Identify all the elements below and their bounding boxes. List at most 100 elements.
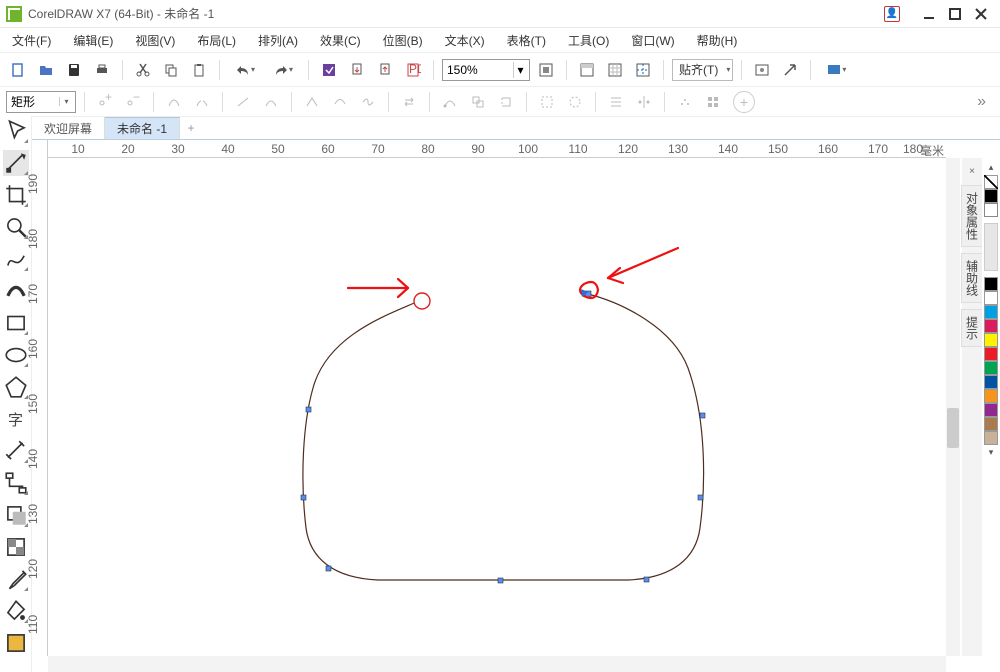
curve-node[interactable] bbox=[644, 577, 649, 582]
reduce-nodes-button[interactable]: + bbox=[733, 91, 755, 113]
curve-node[interactable] bbox=[326, 566, 331, 571]
add-tab-button[interactable]: + bbox=[180, 117, 202, 139]
menu-text[interactable]: 文本(X) bbox=[439, 30, 491, 51]
show-guidelines-button[interactable] bbox=[631, 58, 655, 82]
docker-object-properties[interactable]: 对象属性 bbox=[961, 185, 984, 247]
user-account-icon[interactable]: 👤 bbox=[884, 6, 900, 22]
crop-tool[interactable] bbox=[3, 182, 29, 208]
palette-scroll-up[interactable]: ▴ bbox=[989, 160, 994, 175]
text-tool[interactable]: 字 bbox=[3, 406, 29, 432]
print-button[interactable] bbox=[90, 58, 114, 82]
transparency-tool[interactable] bbox=[3, 534, 29, 560]
rectangle-tool[interactable] bbox=[3, 310, 29, 336]
artistic-media-tool[interactable] bbox=[3, 278, 29, 304]
palette-scroll-track[interactable] bbox=[984, 223, 998, 271]
horizontal-ruler[interactable]: 10 20 30 40 50 60 70 80 90 100 110 120 1… bbox=[48, 140, 946, 158]
swatch[interactable] bbox=[984, 305, 998, 319]
docker-guidelines[interactable]: 辅助线 bbox=[961, 253, 984, 303]
select-all-nodes-button[interactable] bbox=[701, 90, 725, 114]
vertical-scrollbar[interactable] bbox=[946, 158, 960, 656]
menu-bitmap[interactable]: 位图(B) bbox=[377, 30, 429, 51]
swatch-none[interactable] bbox=[984, 175, 998, 189]
curve-node[interactable] bbox=[498, 578, 503, 583]
menu-view[interactable]: 视图(V) bbox=[129, 30, 181, 51]
shape-preset-combo[interactable]: 矩形 ▾ bbox=[6, 91, 76, 113]
undo-button[interactable]: ▾ bbox=[228, 58, 262, 82]
open-button[interactable] bbox=[34, 58, 58, 82]
swatch[interactable] bbox=[984, 375, 998, 389]
menu-help[interactable]: 帮助(H) bbox=[691, 30, 744, 51]
add-node-button[interactable]: + bbox=[93, 90, 117, 114]
menu-arrange[interactable]: 排列(A) bbox=[252, 30, 304, 51]
swatch[interactable] bbox=[984, 389, 998, 403]
close-button[interactable] bbox=[968, 1, 994, 27]
paste-button[interactable] bbox=[187, 58, 211, 82]
shape-tool[interactable] bbox=[3, 150, 29, 176]
vertical-ruler[interactable]: 190 180 170 160 150 140 130 120 110 bbox=[32, 140, 48, 656]
zoom-tool[interactable] bbox=[3, 214, 29, 240]
menu-tools[interactable]: 工具(O) bbox=[562, 30, 615, 51]
swatch[interactable] bbox=[984, 431, 998, 445]
new-button[interactable] bbox=[6, 58, 30, 82]
break-node-button[interactable] bbox=[190, 90, 214, 114]
pick-tool[interactable] bbox=[3, 118, 29, 144]
copy-button[interactable] bbox=[159, 58, 183, 82]
export-button[interactable] bbox=[373, 58, 397, 82]
save-button[interactable] bbox=[62, 58, 86, 82]
ellipse-tool[interactable] bbox=[3, 342, 29, 368]
smart-fill-tool[interactable] bbox=[3, 630, 29, 656]
to-curve-button[interactable] bbox=[259, 90, 283, 114]
show-rulers-button[interactable] bbox=[575, 58, 599, 82]
eyedropper-tool[interactable] bbox=[3, 566, 29, 592]
curve-node[interactable] bbox=[306, 407, 311, 412]
cut-button[interactable] bbox=[131, 58, 155, 82]
freehand-tool[interactable] bbox=[3, 246, 29, 272]
delete-node-button[interactable]: − bbox=[121, 90, 145, 114]
swatch[interactable] bbox=[984, 203, 998, 217]
snap-to-dropdown[interactable]: 贴齐(T) ▾ bbox=[672, 59, 733, 81]
zoom-level-combo[interactable]: 150% ▾ bbox=[442, 59, 530, 81]
options-button[interactable] bbox=[750, 58, 774, 82]
stretch-nodes-button[interactable] bbox=[535, 90, 559, 114]
tab-welcome[interactable]: 欢迎屏幕 bbox=[32, 117, 105, 139]
smooth-node-button[interactable] bbox=[328, 90, 352, 114]
to-line-button[interactable] bbox=[231, 90, 255, 114]
import-button[interactable] bbox=[345, 58, 369, 82]
drop-shadow-tool[interactable] bbox=[3, 502, 29, 528]
interactive-fill-tool[interactable] bbox=[3, 598, 29, 624]
fullscreen-preview-button[interactable] bbox=[534, 58, 558, 82]
elastic-mode-button[interactable] bbox=[673, 90, 697, 114]
menu-table[interactable]: 表格(T) bbox=[501, 30, 552, 51]
rotate-nodes-button[interactable] bbox=[563, 90, 587, 114]
cusp-node-button[interactable] bbox=[300, 90, 324, 114]
tab-document[interactable]: 未命名 -1 bbox=[105, 117, 180, 139]
curve-node[interactable] bbox=[698, 495, 703, 500]
auto-close-button[interactable] bbox=[494, 90, 518, 114]
swatch[interactable] bbox=[984, 319, 998, 333]
swatch[interactable] bbox=[984, 347, 998, 361]
parallel-dim-tool[interactable] bbox=[3, 438, 29, 464]
polygon-tool[interactable] bbox=[3, 374, 29, 400]
show-grid-button[interactable] bbox=[603, 58, 627, 82]
palette-scroll-down[interactable]: ▾ bbox=[989, 445, 994, 460]
horizontal-scrollbar[interactable] bbox=[48, 656, 946, 672]
maximize-button[interactable] bbox=[942, 1, 968, 27]
swatch[interactable] bbox=[984, 403, 998, 417]
menu-edit[interactable]: 编辑(E) bbox=[67, 30, 119, 51]
menu-effects[interactable]: 效果(C) bbox=[314, 30, 367, 51]
curve-node[interactable] bbox=[700, 413, 705, 418]
drawing-canvas[interactable] bbox=[48, 158, 946, 656]
launch-button[interactable] bbox=[778, 58, 802, 82]
reflect-nodes-h-button[interactable] bbox=[632, 90, 656, 114]
align-nodes-button[interactable] bbox=[604, 90, 628, 114]
close-dockers-button[interactable]: × bbox=[967, 164, 977, 179]
swatch[interactable] bbox=[984, 291, 998, 305]
swatch[interactable] bbox=[984, 361, 998, 375]
docker-hints[interactable]: 提示 bbox=[961, 309, 984, 347]
search-content-button[interactable] bbox=[317, 58, 341, 82]
menu-layout[interactable]: 布局(L) bbox=[191, 30, 242, 51]
minimize-button[interactable] bbox=[916, 1, 942, 27]
curve-object[interactable] bbox=[303, 294, 704, 580]
overflow-chevron-icon[interactable]: » bbox=[969, 93, 994, 111]
join-nodes-button[interactable] bbox=[162, 90, 186, 114]
